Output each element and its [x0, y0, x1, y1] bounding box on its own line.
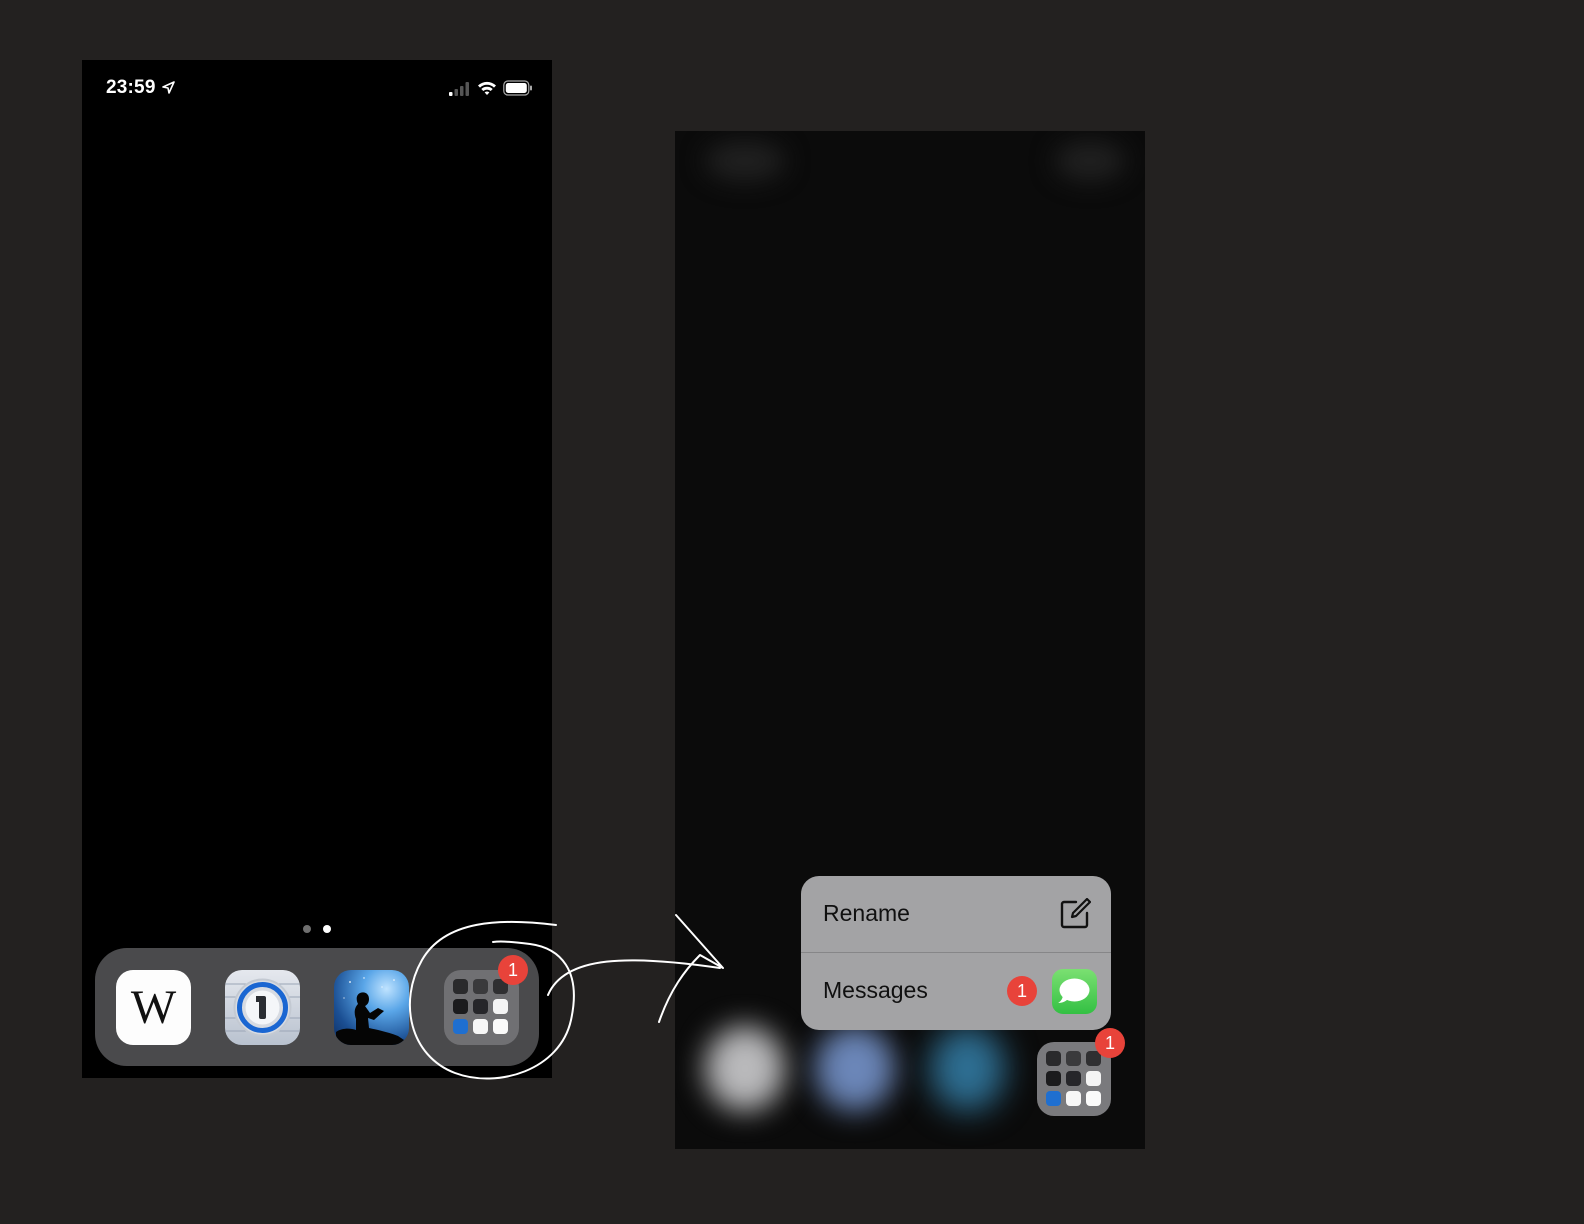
menu-item-label: Rename — [823, 900, 910, 926]
page-dot-active[interactable] — [323, 925, 331, 933]
mini-app-icon — [1066, 1051, 1081, 1066]
notification-badge: 1 — [1095, 1028, 1125, 1058]
mini-app-icon — [1046, 1091, 1061, 1106]
blurred-wikipedia-icon — [705, 1026, 785, 1111]
page-indicator[interactable] — [82, 925, 552, 937]
blurred-1password-icon — [815, 1026, 895, 1111]
dock: W — [95, 948, 539, 1066]
folder-preview-grid — [1046, 1051, 1101, 1106]
cellular-signal-icon — [449, 82, 469, 96]
wikipedia-logo: W — [130, 981, 177, 1034]
1password-logo — [225, 978, 300, 1037]
status-time: 23:59 — [106, 77, 156, 98]
wikipedia-icon[interactable]: W — [116, 970, 191, 1045]
mini-app-icon — [473, 979, 488, 994]
compose-edit-icon — [1060, 898, 1091, 929]
kindle-icon[interactable] — [334, 970, 409, 1045]
blurred-kindle-icon — [930, 1026, 1005, 1111]
mini-app-icon — [1046, 1051, 1061, 1066]
mini-app-icon — [453, 1019, 468, 1034]
1password-icon[interactable] — [225, 970, 300, 1045]
blurred-status-left — [705, 141, 785, 181]
menu-item-rename[interactable]: Rename — [801, 876, 1111, 953]
mini-app-icon — [493, 1019, 508, 1034]
mini-app-icon — [1086, 1071, 1101, 1086]
messages-app-icon — [1052, 969, 1097, 1014]
menu-item-label: Messages — [823, 977, 928, 1003]
kindle-reader-silhouette — [336, 977, 404, 1045]
mini-app-icon — [1046, 1071, 1061, 1086]
blurred-status-right — [1055, 141, 1125, 181]
location-arrow-icon — [162, 81, 175, 94]
mini-app-icon — [1066, 1091, 1081, 1106]
home-screen: 23:59 W 1 — [82, 60, 552, 1078]
mini-app-icon — [453, 999, 468, 1014]
mini-app-icon — [453, 979, 468, 994]
wifi-icon — [478, 81, 496, 95]
mini-app-icon — [473, 1019, 488, 1034]
menu-item-messages[interactable]: Messages 1 — [801, 953, 1111, 1029]
status-bar: 23:59 — [82, 60, 552, 120]
canvas: 23:59 W 1 Rename Messages 1 1 — [0, 0, 1584, 1224]
speech-bubble-icon — [1058, 978, 1090, 1003]
folder-preview-grid — [453, 979, 508, 1034]
mini-app-icon — [473, 999, 488, 1014]
context-menu: Rename Messages 1 — [801, 876, 1111, 1030]
mini-app-icon — [493, 999, 508, 1014]
battery-icon — [503, 80, 532, 96]
home-screen-context-menu: Rename Messages 1 1 — [675, 131, 1145, 1149]
notification-badge: 1 — [1007, 976, 1037, 1006]
page-dot[interactable] — [303, 925, 311, 933]
mini-app-icon — [1086, 1091, 1101, 1106]
notification-badge: 1 — [498, 955, 528, 985]
mini-app-icon — [1066, 1071, 1081, 1086]
